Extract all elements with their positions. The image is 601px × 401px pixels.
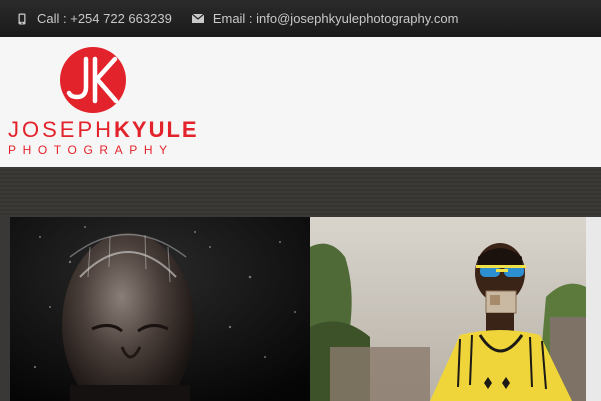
logo-name-first: JOSEPH (8, 117, 115, 142)
email-text: Email : info@josephkyulephotography.com (212, 11, 459, 26)
site-header: JOSEPHKYULE PHOTOGRAPHY (0, 37, 601, 167)
site-logo[interactable]: JOSEPHKYULE PHOTOGRAPHY (8, 45, 197, 161)
navigation-band (0, 167, 601, 217)
logo-subtitle: PHOTOGRAPHY (8, 143, 174, 157)
gallery-photo-portrait-sunglasses[interactable] (310, 217, 586, 401)
email-contact[interactable]: Email : info@josephkyulephotography.com (191, 11, 459, 26)
phone-text: Call : +254 722 663239 (37, 11, 172, 26)
photo-gallery (10, 217, 601, 401)
phone-icon (16, 13, 28, 25)
logo-wordmark: JOSEPHKYULE (8, 117, 197, 142)
jk-monogram-logo (60, 47, 126, 113)
gallery-scroll-strip[interactable] (586, 217, 601, 401)
logo-name-last: KYULE (114, 117, 199, 142)
envelope-icon (191, 13, 204, 25)
phone-contact[interactable]: Call : +254 722 663239 (16, 11, 172, 26)
gallery-photo-portrait-water[interactable] (10, 217, 310, 401)
top-contact-bar: Call : +254 722 663239 Email : info@jose… (0, 0, 601, 37)
